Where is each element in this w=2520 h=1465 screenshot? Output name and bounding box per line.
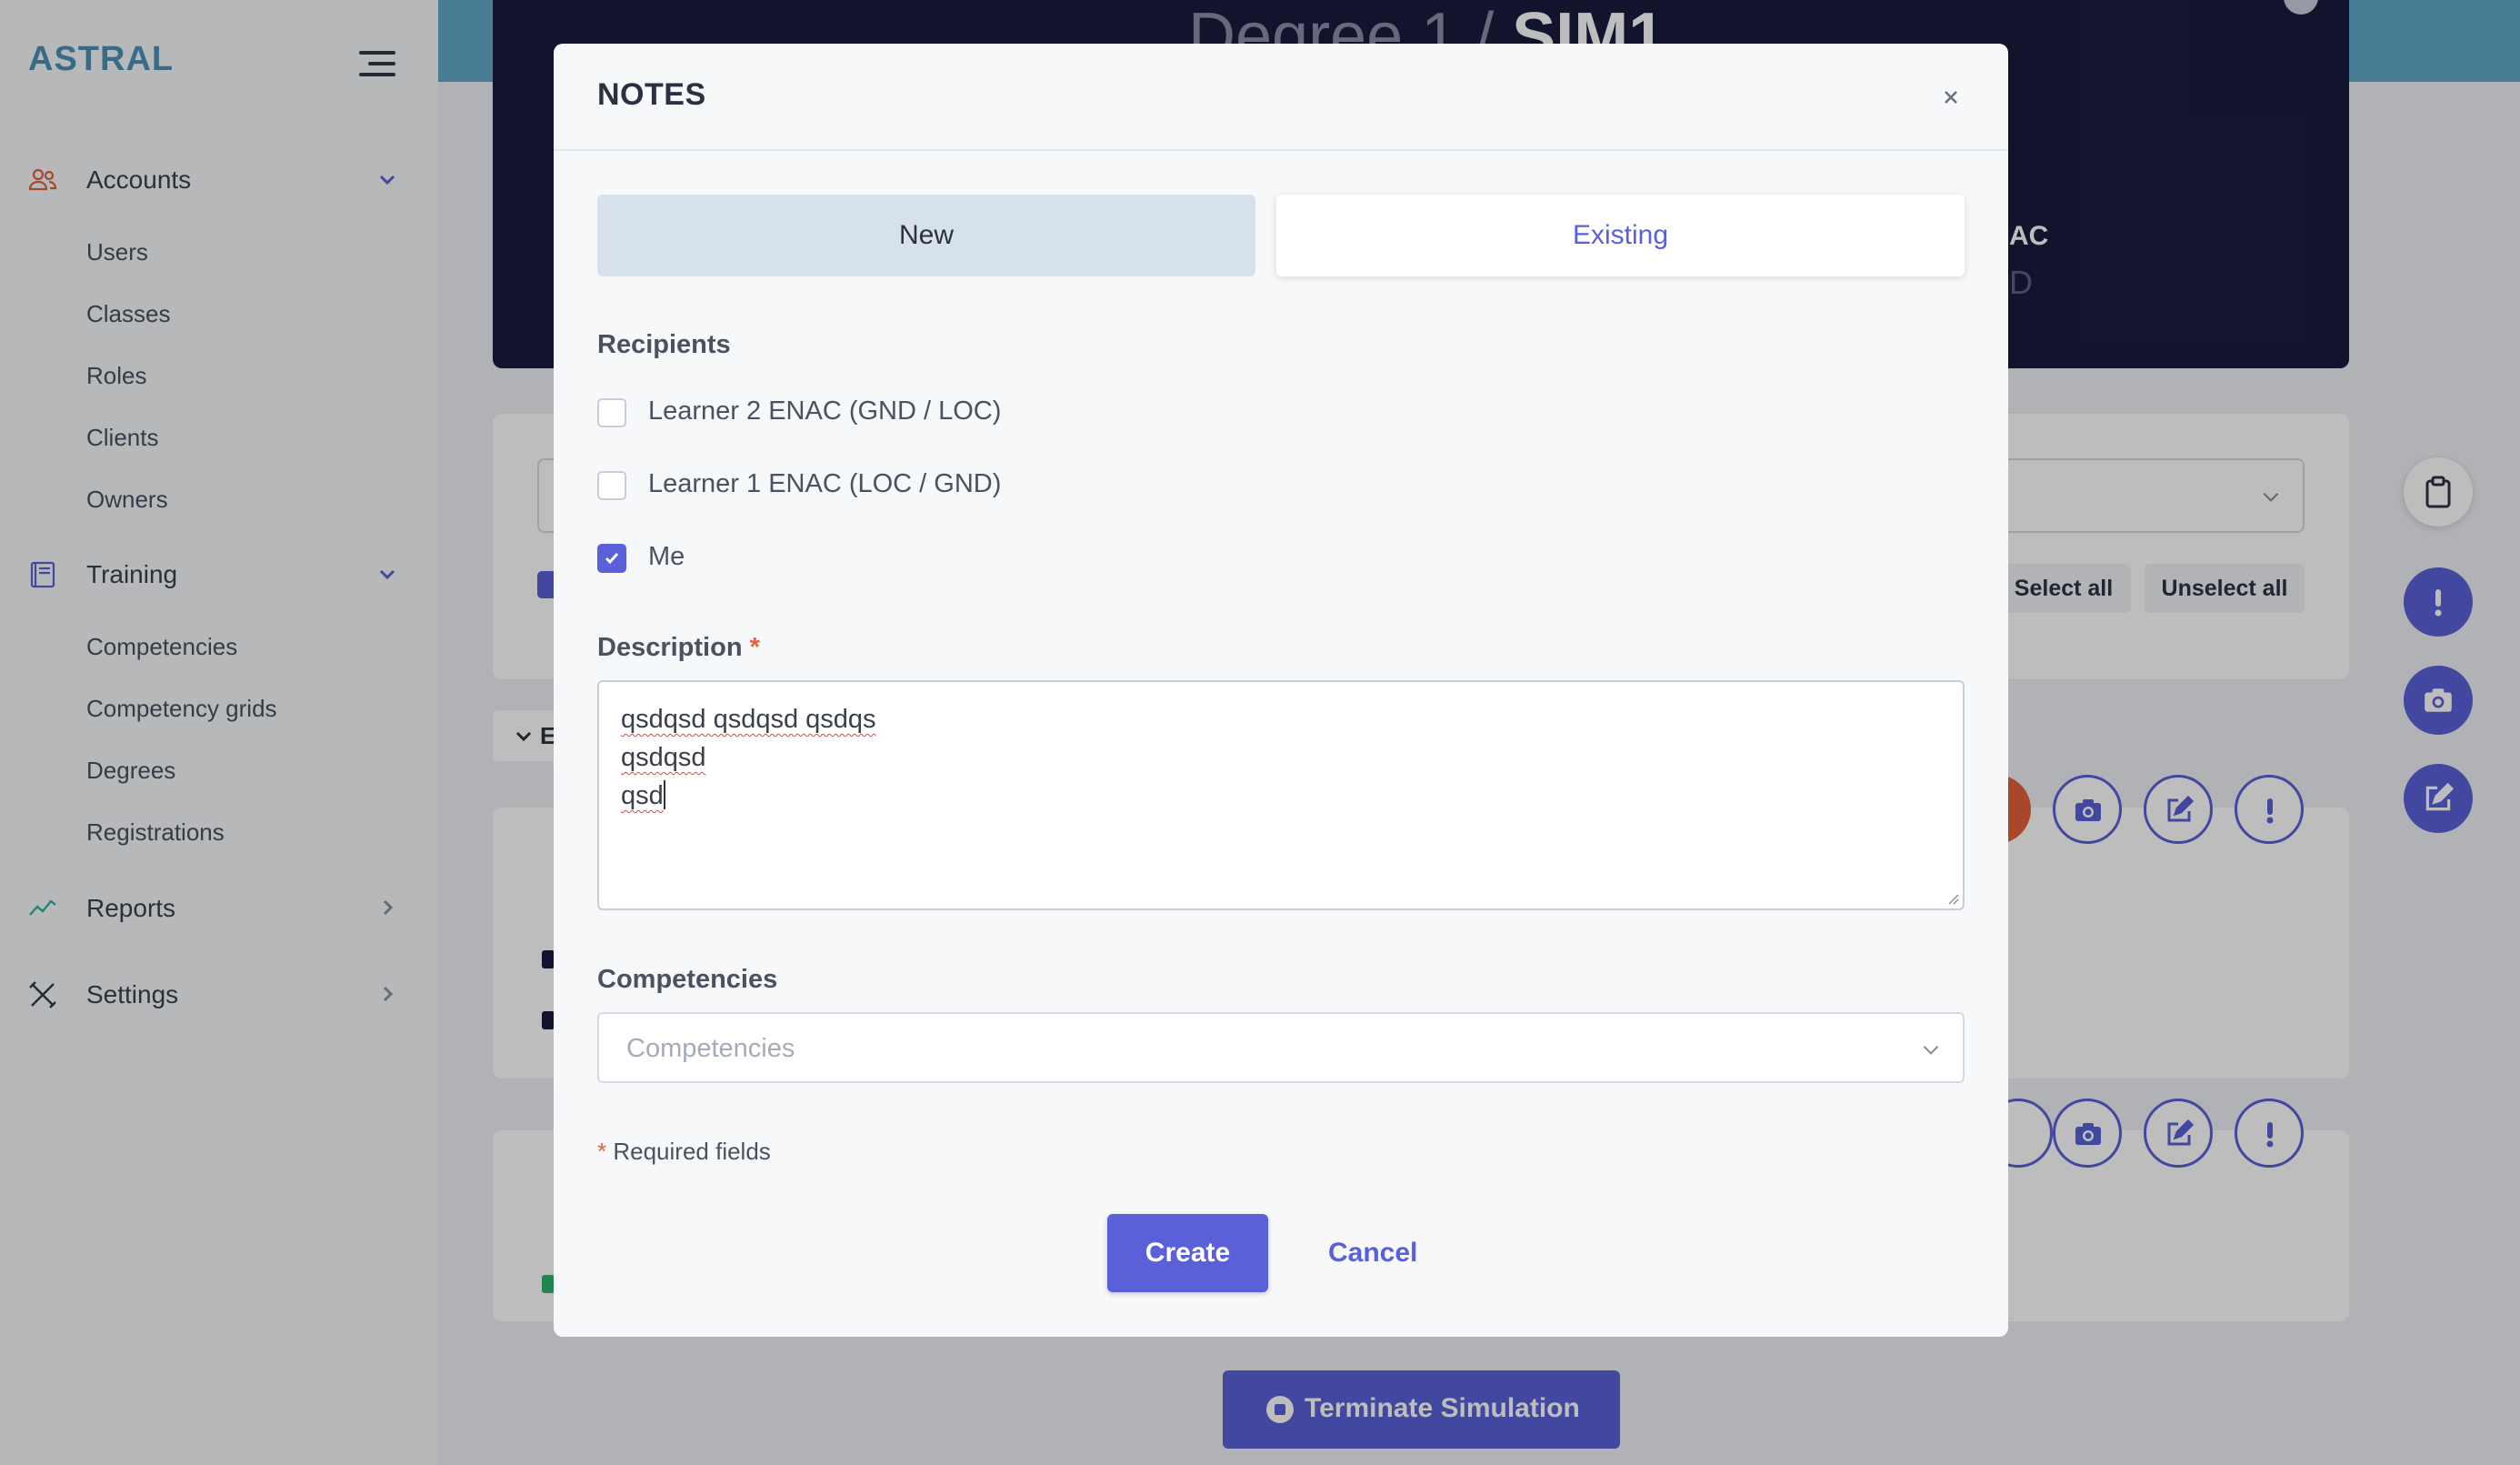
modal-header: NOTES	[554, 44, 2008, 151]
check-icon	[605, 553, 619, 565]
description-line: qsdqsd qsdqsd qsdqs	[621, 705, 876, 734]
required-mark: *	[597, 1138, 607, 1165]
description-last-line: qsd	[621, 780, 665, 810]
description-line: qsdqsd	[621, 743, 706, 772]
required-fields-note: * Required fields	[597, 1138, 771, 1166]
close-icon[interactable]	[1937, 84, 1965, 111]
competencies-placeholder: Competencies	[626, 1034, 795, 1063]
notes-modal: NOTES New Existing Recipients Learner 2 …	[554, 44, 2008, 1337]
competencies-label: Competencies	[597, 965, 778, 994]
create-button[interactable]: Create	[1107, 1214, 1268, 1292]
required-note-text: Required fields	[613, 1138, 771, 1165]
chevron-down-icon	[1923, 1045, 1939, 1055]
recipient-label[interactable]: Learner 1 ENAC (LOC / GND)	[648, 469, 1001, 499]
tab-new[interactable]: New	[597, 195, 1255, 276]
resize-grip-icon[interactable]	[1946, 892, 1959, 905]
description-line: qsd	[621, 781, 664, 810]
text-caret	[663, 780, 665, 809]
recipient-label[interactable]: Learner 2 ENAC (GND / LOC)	[648, 396, 1001, 426]
recipient-checkbox-learner-1[interactable]	[597, 471, 626, 500]
recipient-checkbox-learner-2[interactable]	[597, 398, 626, 427]
recipients-label: Recipients	[597, 330, 731, 359]
recipient-checkbox-me[interactable]	[597, 544, 626, 573]
recipient-label[interactable]: Me	[648, 542, 685, 572]
required-mark: *	[749, 633, 760, 662]
description-label: Description *	[597, 633, 760, 663]
description-textarea[interactable]: qsdqsd qsdqsd qsdqs qsdqsd qsd	[597, 680, 1965, 910]
description-label-text: Description	[597, 633, 743, 662]
modal-title: NOTES	[597, 77, 706, 112]
cancel-button[interactable]: Cancel	[1328, 1214, 1417, 1292]
competencies-select[interactable]: Competencies	[597, 1012, 1965, 1083]
tab-existing[interactable]: Existing	[1276, 195, 1965, 276]
